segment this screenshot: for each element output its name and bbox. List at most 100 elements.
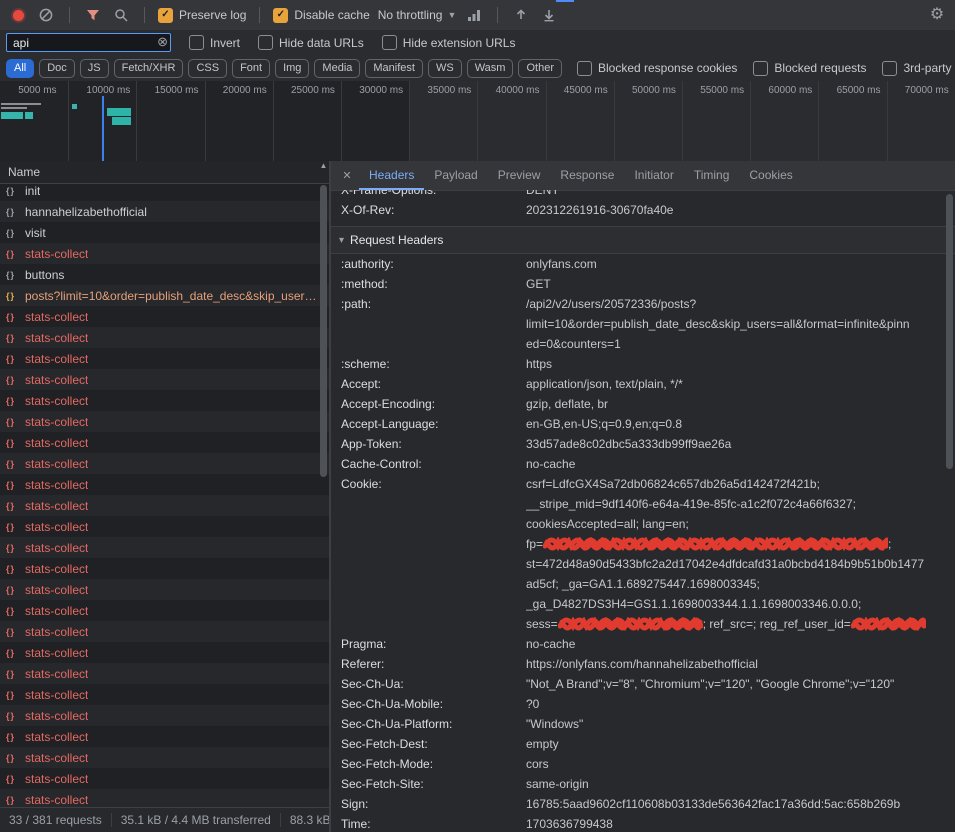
hide-extension-urls-checkbox[interactable]: Hide extension URLs <box>382 35 516 50</box>
request-row[interactable]: {}stats-collect <box>0 516 329 537</box>
request-row[interactable]: {}stats-collect <box>0 768 329 789</box>
header-value: same-origin <box>526 774 955 794</box>
tab-response[interactable]: Response <box>550 161 624 190</box>
request-row[interactable]: {}stats-collect <box>0 789 329 807</box>
timeline-overview[interactable]: 5000 ms10000 ms15000 ms20000 ms25000 ms3… <box>0 81 955 162</box>
type-filter-all[interactable]: All <box>6 59 34 78</box>
request-row[interactable]: {}stats-collect <box>0 348 329 369</box>
header-name: Sec-Ch-Ua: <box>331 674 526 694</box>
request-list-scrollbar[interactable]: ▲ <box>318 161 329 807</box>
type-filter-font[interactable]: Font <box>232 59 270 78</box>
request-row[interactable]: {}stats-collect <box>0 495 329 516</box>
request-row[interactable]: {}stats-collect <box>0 747 329 768</box>
details-scrollbar[interactable] <box>944 190 955 832</box>
chevron-down-icon: ▼ <box>447 10 456 20</box>
tab-preview[interactable]: Preview <box>488 161 551 190</box>
tab-cookies[interactable]: Cookies <box>739 161 802 190</box>
tab-headers[interactable]: Headers <box>359 161 424 190</box>
fetch-xhr-icon: {} <box>6 585 21 595</box>
request-name: stats-collect <box>25 646 88 660</box>
request-row[interactable]: {}stats-collect <box>0 684 329 705</box>
request-row[interactable]: {}stats-collect <box>0 621 329 642</box>
record-button[interactable] <box>8 5 28 25</box>
request-headers-section[interactable]: ▾ Request Headers <box>331 226 955 254</box>
header-value: "Not_A Brand";v="8", "Chromium";v="120",… <box>526 674 955 694</box>
request-row[interactable]: {}stats-collect <box>0 432 329 453</box>
type-filter-css[interactable]: CSS <box>188 59 227 78</box>
request-row[interactable]: {}stats-collect <box>0 327 329 348</box>
third-party-requests-checkbox[interactable]: 3rd-party requests <box>882 61 955 76</box>
disable-cache-checkbox[interactable]: ✓ Disable cache <box>273 8 369 23</box>
redaction-scribble <box>851 617 926 631</box>
type-filter-other[interactable]: Other <box>518 59 562 78</box>
request-row[interactable]: {}stats-collect <box>0 558 329 579</box>
request-row[interactable]: {}init <box>0 184 329 201</box>
request-name: buttons <box>25 268 64 282</box>
check-icon: ✓ <box>161 10 169 20</box>
scroll-up-icon[interactable]: ▲ <box>318 161 329 170</box>
import-har-button[interactable] <box>511 5 531 25</box>
fetch-xhr-icon: {} <box>6 249 21 259</box>
disable-cache-label: Disable cache <box>294 8 369 22</box>
request-row[interactable]: {}stats-collect <box>0 369 329 390</box>
blocked-response-cookies-label: Blocked response cookies <box>598 61 737 75</box>
timeline-tick: 40000 ms <box>496 85 556 96</box>
request-row[interactable]: {}hannahelizabethofficial <box>0 201 329 222</box>
tab-initiator[interactable]: Initiator <box>624 161 683 190</box>
type-filter-fetch-xhr[interactable]: Fetch/XHR <box>114 59 184 78</box>
type-filter-img[interactable]: Img <box>275 59 309 78</box>
type-filter-wasm[interactable]: Wasm <box>467 59 514 78</box>
name-column-header[interactable]: Name <box>0 161 330 184</box>
tab-payload[interactable]: Payload <box>424 161 487 190</box>
request-row[interactable]: {}stats-collect <box>0 726 329 747</box>
request-row[interactable]: {}stats-collect <box>0 474 329 495</box>
throttling-select[interactable]: No throttling ▼ <box>378 8 457 22</box>
type-filter-manifest[interactable]: Manifest <box>365 59 423 78</box>
header-value: cors <box>526 754 955 774</box>
type-filter-row: All Doc JS Fetch/XHRCSS Font Img Media Manifest… <box>0 55 955 82</box>
request-row[interactable]: {}stats-collect <box>0 411 329 432</box>
network-filter-input[interactable] <box>6 33 171 52</box>
network-conditions-button[interactable] <box>464 5 484 25</box>
header-name: Accept-Encoding: <box>331 394 526 414</box>
header-value: ?0 <box>526 694 955 714</box>
request-row[interactable]: {}stats-collect <box>0 705 329 726</box>
request-row[interactable]: {}stats-collect <box>0 243 329 264</box>
type-filter-ws[interactable]: WS <box>428 59 462 78</box>
type-filter-js[interactable]: JS <box>80 59 109 78</box>
fetch-xhr-icon: {} <box>6 438 21 448</box>
request-row[interactable]: {}stats-collect <box>0 579 329 600</box>
preserve-log-checkbox[interactable]: ✓ Preserve log <box>158 8 246 23</box>
type-filter-media[interactable]: Media <box>314 59 360 78</box>
invert-checkbox[interactable]: Invert <box>189 35 240 50</box>
settings-button[interactable]: ⚙ <box>927 5 947 25</box>
request-name: stats-collect <box>25 520 88 534</box>
filter-toggle-button[interactable] <box>83 5 103 25</box>
close-details-button[interactable]: ✕ <box>335 169 359 182</box>
tab-timing[interactable]: Timing <box>684 161 740 190</box>
request-row[interactable]: {}stats-collect <box>0 306 329 327</box>
request-row[interactable]: {}posts?limit=10&order=publish_date_desc… <box>0 285 329 306</box>
blocked-response-cookies-checkbox[interactable]: Blocked response cookies <box>577 61 737 76</box>
request-row[interactable]: {}stats-collect <box>0 642 329 663</box>
type-filter-doc[interactable]: Doc <box>39 59 75 78</box>
clear-filter-icon[interactable]: ⊗ <box>157 35 168 49</box>
scrollbar-thumb[interactable] <box>320 185 327 477</box>
header-row: Sec-Ch-Ua-Platform:"Windows" <box>331 714 955 734</box>
timeline-tick: 30000 ms <box>359 85 419 96</box>
request-row[interactable]: {}stats-collect <box>0 663 329 684</box>
request-name: stats-collect <box>25 562 88 576</box>
request-row[interactable]: {}buttons <box>0 264 329 285</box>
search-button[interactable] <box>111 5 131 25</box>
request-row[interactable]: {}visit <box>0 222 329 243</box>
request-row[interactable]: {}stats-collect <box>0 453 329 474</box>
request-row[interactable]: {}stats-collect <box>0 390 329 411</box>
details-tab-bar: ✕ HeadersPayloadPreviewResponseInitiator… <box>331 161 955 191</box>
hide-data-urls-checkbox[interactable]: Hide data URLs <box>258 35 364 50</box>
blocked-requests-checkbox[interactable]: Blocked requests <box>753 61 866 76</box>
clear-button[interactable] <box>36 5 56 25</box>
export-har-button[interactable] <box>539 5 559 25</box>
request-row[interactable]: {}stats-collect <box>0 537 329 558</box>
request-row[interactable]: {}stats-collect <box>0 600 329 621</box>
scrollbar-thumb[interactable] <box>946 194 953 469</box>
